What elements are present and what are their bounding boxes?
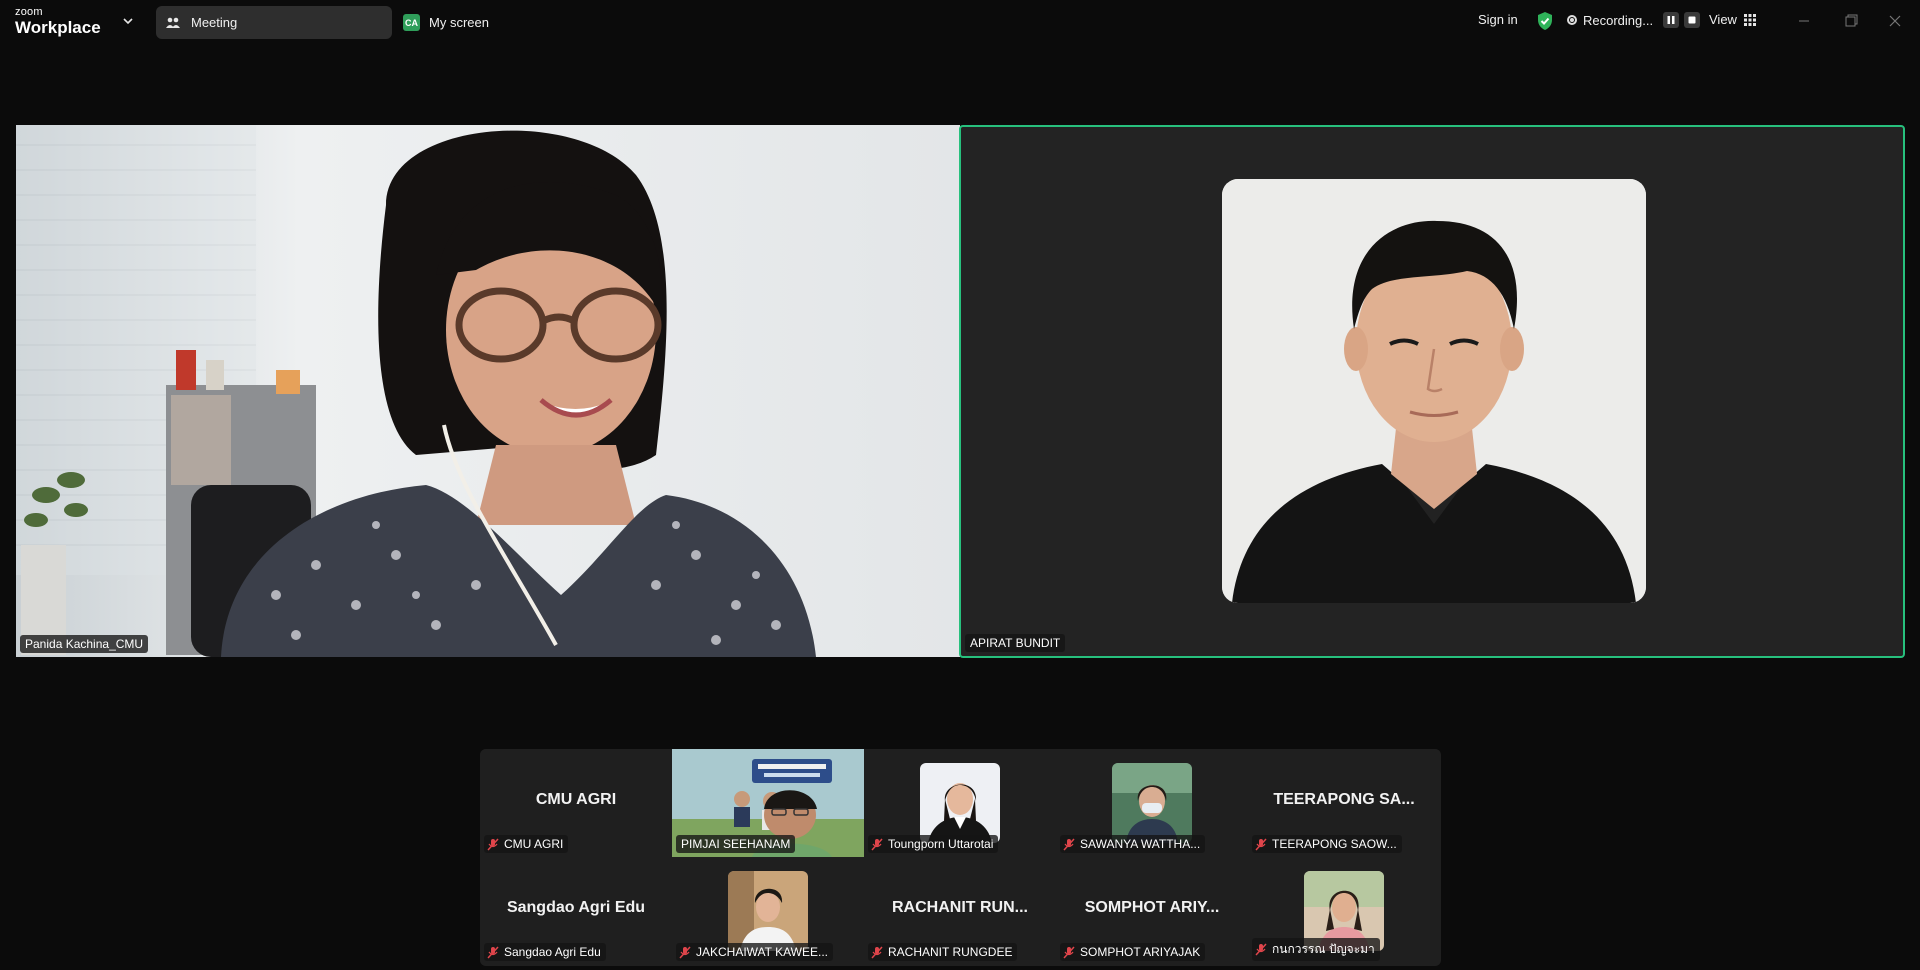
gallery-tile-pimjai[interactable]: PIMJAI SEEHANAM — [672, 749, 864, 857]
tile-name: TEERAPONG SAOW... — [1272, 837, 1397, 851]
grid-view-icon — [1743, 13, 1756, 26]
tile-name-tag: CMU AGRI — [484, 835, 569, 853]
logo-big-text: Workplace — [15, 18, 101, 37]
mic-muted-icon — [871, 945, 883, 959]
tab-meeting[interactable]: Meeting — [156, 6, 392, 39]
tile-name-tag: JAKCHAIWAT KAWEE... — [676, 943, 834, 961]
gallery-tile-sangdao[interactable]: Sangdao Agri Edu Sangdao Agri Edu — [480, 857, 672, 965]
stop-icon — [1688, 16, 1696, 24]
tile-name: CMU AGRI — [504, 837, 564, 851]
title-bar: zoom Workplace Meeting CA My screen Sign… — [0, 0, 1920, 44]
logo-small-text: zoom — [15, 6, 43, 18]
gallery-strip: CMU AGRI CMU AGRI PIMJAI SEEHANAM Toungp… — [480, 749, 1441, 966]
recording-indicator: Recording... — [1567, 12, 1701, 28]
video-tile-left[interactable]: Panida Kachina_CMU — [16, 125, 960, 657]
tile-name: Toungporn Uttarotai — [888, 837, 994, 851]
mic-muted-icon — [1255, 943, 1267, 956]
mic-muted-icon — [679, 945, 691, 959]
tab-my-screen[interactable]: CA My screen — [403, 6, 489, 39]
tile-name-tag: กนกวรรณ ปัญจะมา — [1252, 938, 1380, 961]
tile-name-tag: TEERAPONG SAOW... — [1252, 835, 1402, 853]
tile-name-tag: SAWANYA WATTHA... — [1060, 835, 1206, 853]
tile-name: JAKCHAIWAT KAWEE... — [696, 945, 829, 959]
record-icon — [1567, 15, 1577, 25]
shield-check-icon[interactable] — [1536, 11, 1554, 31]
tile-name: กนกวรรณ ปัญจะมา — [1272, 942, 1375, 956]
tile-name: SOMPHOT ARIYAJAK — [1080, 945, 1201, 959]
chevron-down-icon[interactable] — [121, 14, 135, 28]
tile-display-name: CMU AGRI — [535, 791, 617, 808]
mic-muted-icon — [1255, 837, 1267, 851]
gallery-tile-kanokwan[interactable]: กนกวรรณ ปัญจะมา — [1248, 857, 1440, 965]
gallery-tile-toungporn[interactable]: Toungporn Uttarotai — [864, 749, 1056, 857]
maximize-icon[interactable] — [1842, 12, 1860, 30]
gallery-tile-sawanya[interactable]: SAWANYA WATTHA... — [1056, 749, 1248, 857]
pause-recording-button[interactable] — [1663, 12, 1680, 28]
view-label: View — [1709, 12, 1737, 27]
participant-video-left — [16, 125, 960, 657]
tile-display-name: TEERAPONG SA... — [1273, 791, 1415, 808]
tile-display-name: Sangdao Agri Edu — [506, 899, 646, 916]
participant-name-right: APIRAT BUNDIT — [965, 634, 1066, 652]
tile-name-tag: Toungporn Uttarotai — [868, 835, 999, 853]
participant-profile-photo — [1112, 763, 1192, 843]
tile-name-tag: RACHANIT RUNGDEE — [868, 943, 1018, 961]
avatar-badge: CA — [403, 14, 420, 31]
tile-name-tag: Sangdao Agri Edu — [484, 943, 606, 961]
gallery-tile-somphot[interactable]: SOMPHOT ARIY... SOMPHOT ARIYAJAK — [1056, 857, 1248, 965]
sign-in-link[interactable]: Sign in — [1478, 12, 1518, 27]
participant-profile-photo — [1222, 179, 1646, 603]
tile-name: Sangdao Agri Edu — [504, 945, 601, 959]
mic-muted-icon — [487, 837, 499, 851]
gallery-tile-jakchaiwat[interactable]: JAKCHAIWAT KAWEE... — [672, 857, 864, 965]
gallery-tile-rachanit[interactable]: RACHANIT RUN... RACHANIT RUNGDEE — [864, 857, 1056, 965]
zoom-logo: zoom Workplace — [15, 6, 101, 37]
tile-name-tag: SOMPHOT ARIYAJAK — [1060, 943, 1206, 961]
tab-meeting-label: Meeting — [191, 15, 238, 30]
stop-recording-button[interactable] — [1684, 12, 1701, 28]
tab-my-screen-label: My screen — [429, 15, 489, 30]
tile-name-tag: PIMJAI SEEHANAM — [676, 835, 796, 853]
mic-muted-icon — [487, 945, 499, 959]
gallery-tile-cmu-agri[interactable]: CMU AGRI CMU AGRI — [480, 749, 672, 857]
mic-muted-icon — [1063, 837, 1075, 851]
tile-display-name: SOMPHOT ARIY... — [1084, 899, 1220, 916]
gallery-tile-teerapong[interactable]: TEERAPONG SA... TEERAPONG SAOW... — [1248, 749, 1440, 857]
participant-profile-photo — [728, 871, 808, 951]
meeting-icon — [166, 17, 180, 28]
tile-name: SAWANYA WATTHA... — [1080, 837, 1201, 851]
mic-muted-icon — [1063, 945, 1075, 959]
participant-profile-photo — [920, 763, 1000, 843]
minimize-icon[interactable] — [1795, 12, 1813, 30]
pause-icon — [1667, 16, 1675, 24]
tile-display-name: RACHANIT RUN... — [892, 899, 1028, 916]
participant-name-left: Panida Kachina_CMU — [20, 635, 149, 653]
view-button[interactable]: View — [1709, 12, 1756, 27]
close-icon[interactable] — [1886, 12, 1904, 30]
tile-name: PIMJAI SEEHANAM — [681, 837, 791, 851]
recording-label: Recording... — [1583, 12, 1654, 28]
video-tile-right-active-speaker[interactable]: APIRAT BUNDIT — [959, 125, 1905, 658]
mic-muted-icon — [871, 837, 883, 851]
tile-name: RACHANIT RUNGDEE — [888, 945, 1013, 959]
